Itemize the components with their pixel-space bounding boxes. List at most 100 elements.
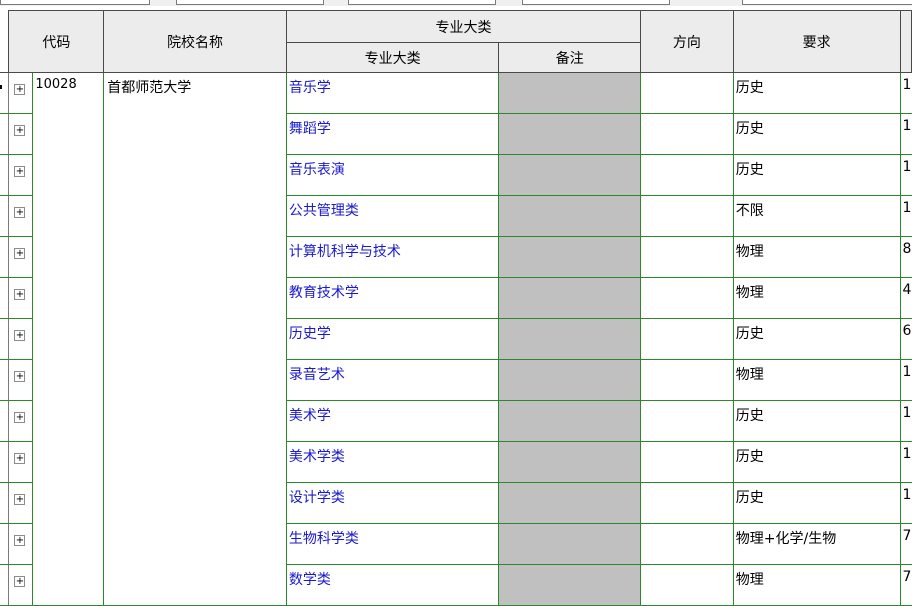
major-cell[interactable]: 美术学 (286, 400, 500, 442)
major-cell[interactable]: 设计学类 (286, 482, 500, 524)
row-selector[interactable] (0, 195, 10, 237)
expand-row-icon[interactable]: + (14, 125, 26, 136)
row-selector[interactable] (0, 154, 10, 196)
table-row[interactable]: + 10028 首都师范大学 音乐学 历史 1 (0, 72, 912, 606)
extra-cell: 1 (900, 359, 912, 401)
column-header-note[interactable]: 备注 (498, 42, 642, 73)
filter-field-5[interactable] (742, 0, 912, 5)
expand-row-icon[interactable]: + (14, 84, 26, 95)
requirement-cell: 历史 (733, 72, 901, 114)
column-header-major[interactable]: 专业大类 (285, 42, 500, 73)
expander-cell: + (8, 441, 34, 483)
expand-row-icon[interactable]: + (14, 207, 26, 218)
expander-cell: + (8, 277, 34, 319)
extra-cell: 1 (900, 482, 912, 524)
major-cell[interactable]: 教育技术学 (286, 277, 500, 319)
major-cell[interactable]: 录音艺术 (286, 359, 500, 401)
direction-cell (640, 318, 734, 360)
note-cell (498, 523, 642, 565)
direction-cell (640, 441, 734, 483)
major-cell[interactable]: 计算机科学与技术 (286, 236, 500, 278)
row-selector[interactable] (0, 564, 10, 606)
major-cell[interactable]: 美术学类 (286, 441, 500, 483)
expand-row-icon[interactable]: + (14, 494, 26, 505)
requirement-cell: 物理 (733, 277, 901, 319)
toolbar-strip (0, 0, 912, 6)
expander-cell: + (8, 154, 34, 196)
filter-field-3[interactable] (348, 0, 496, 5)
note-cell (498, 318, 642, 360)
direction-cell (640, 400, 734, 442)
row-selector[interactable] (0, 72, 10, 114)
expand-row-icon[interactable]: + (14, 453, 26, 464)
expander-cell: + (8, 482, 34, 524)
major-cell[interactable]: 数学类 (286, 564, 500, 606)
expander-cell: + (8, 400, 34, 442)
expand-row-icon[interactable]: + (14, 412, 26, 423)
current-row-indicator (0, 85, 2, 89)
major-cell[interactable]: 生物科学类 (286, 523, 500, 565)
extra-cell: 1 (900, 72, 912, 114)
row-selector[interactable] (0, 523, 10, 565)
note-cell (498, 236, 642, 278)
expand-row-icon[interactable]: + (14, 535, 26, 546)
expand-row-icon[interactable]: + (14, 289, 26, 300)
direction-cell (640, 277, 734, 319)
filter-field-4[interactable] (522, 0, 670, 5)
row-selector-header (0, 10, 10, 73)
row-selector[interactable] (0, 113, 10, 155)
requirement-cell: 历史 (733, 154, 901, 196)
expand-row-icon[interactable]: + (14, 248, 26, 259)
major-cell[interactable]: 历史学 (286, 318, 500, 360)
expand-row-icon[interactable]: + (14, 330, 26, 341)
requirement-cell: 物理 (733, 359, 901, 401)
row-selector[interactable] (0, 318, 10, 360)
major-cell[interactable]: 音乐表演 (286, 154, 500, 196)
column-header-direction[interactable]: 方向 (640, 10, 734, 73)
direction-cell (640, 154, 734, 196)
expand-row-icon[interactable]: + (14, 576, 26, 587)
expander-cell: + (8, 359, 34, 401)
note-cell (498, 154, 642, 196)
requirement-cell: 历史 (733, 400, 901, 442)
row-selector[interactable] (0, 236, 10, 278)
row-selector[interactable] (0, 400, 10, 442)
requirement-cell: 历史 (733, 482, 901, 524)
column-header-school[interactable]: 院校名称 (103, 10, 287, 73)
extra-cell: 1 (900, 113, 912, 155)
expand-row-icon[interactable]: + (14, 371, 26, 382)
note-cell (498, 195, 642, 237)
row-selector[interactable] (0, 482, 10, 524)
column-header-extra[interactable] (899, 10, 912, 73)
filter-field-1[interactable] (0, 0, 150, 5)
direction-cell (640, 195, 734, 237)
extra-cell: 1 (900, 400, 912, 442)
requirement-cell: 历史 (733, 441, 901, 483)
extra-cell: 6 (900, 318, 912, 360)
row-selector[interactable] (0, 441, 10, 483)
note-cell (498, 359, 642, 401)
direction-cell (640, 564, 734, 606)
extra-cell: 1 (900, 195, 912, 237)
direction-cell (640, 236, 734, 278)
direction-cell (640, 523, 734, 565)
expander-cell: + (8, 72, 34, 114)
expand-row-icon[interactable]: + (14, 166, 26, 177)
column-header-code[interactable]: 代码 (8, 10, 105, 73)
requirement-cell: 历史 (733, 318, 901, 360)
major-cell[interactable]: 音乐学 (286, 72, 500, 114)
extra-cell: 7 (900, 564, 912, 606)
data-grid: 代码 院校名称 专业大类 方向 要求 专业大类 备注 + 10028 首都师范大… (0, 10, 912, 606)
requirement-cell: 物理 (733, 236, 901, 278)
direction-cell (640, 359, 734, 401)
note-cell (498, 482, 642, 524)
row-selector[interactable] (0, 359, 10, 401)
school-code-cell: 10028 (32, 72, 105, 606)
note-cell (498, 400, 642, 442)
major-cell[interactable]: 舞蹈学 (286, 113, 500, 155)
filter-field-2[interactable] (176, 0, 324, 5)
row-selector[interactable] (0, 277, 10, 319)
extra-cell: 4 (900, 277, 912, 319)
column-header-requirement[interactable]: 要求 (732, 10, 901, 73)
major-cell[interactable]: 公共管理类 (286, 195, 500, 237)
